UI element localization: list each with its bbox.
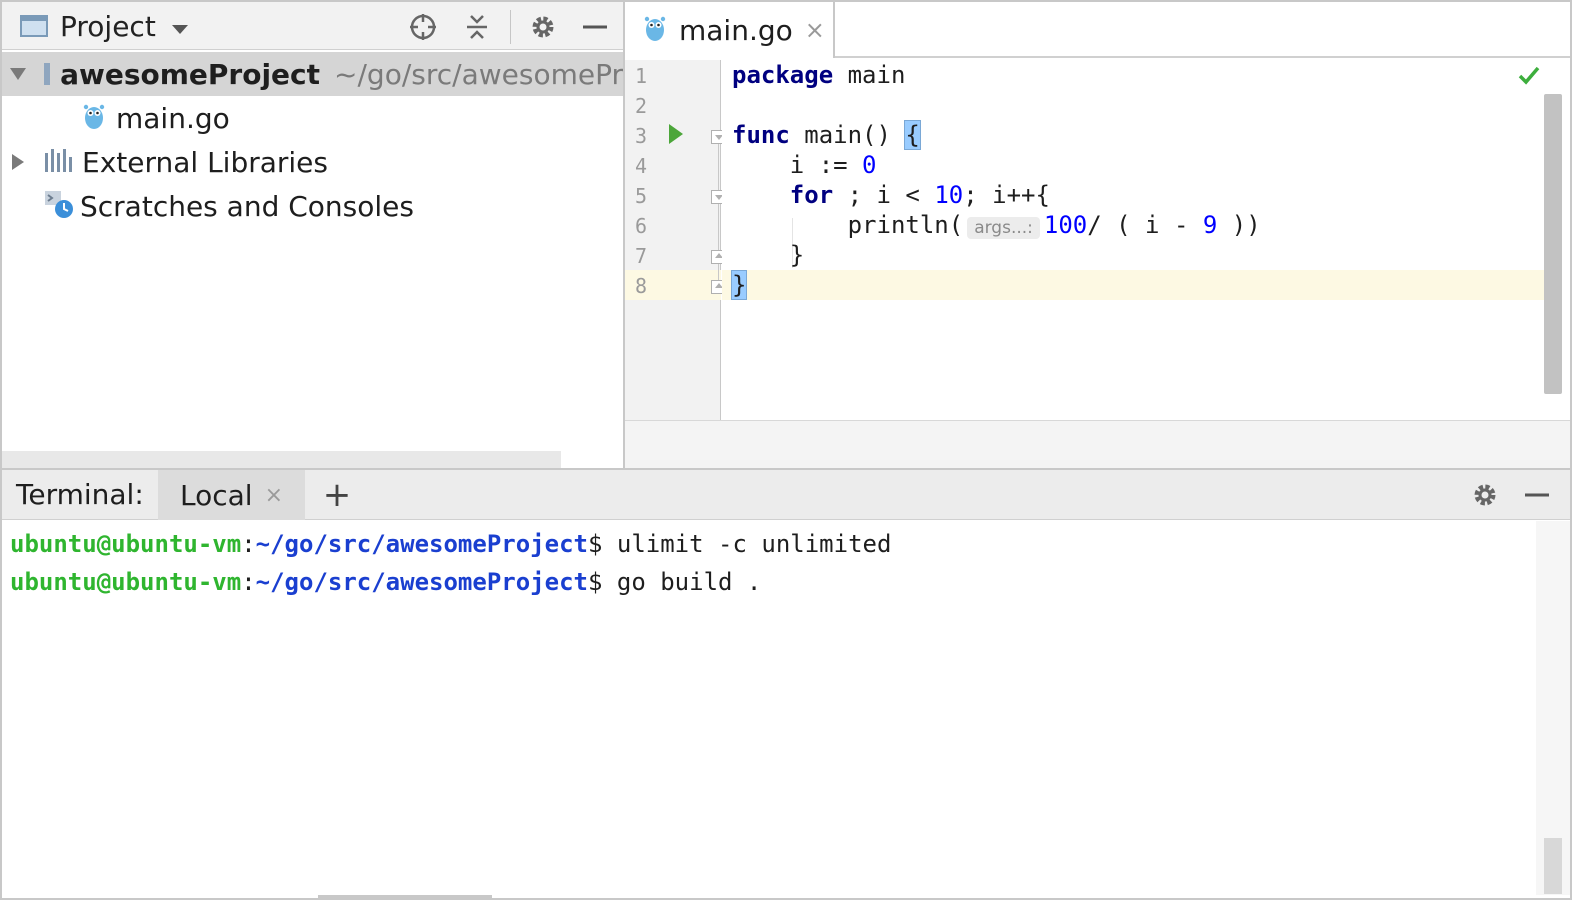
gear-icon[interactable]	[526, 10, 560, 44]
matched-brace: {	[905, 121, 919, 149]
code-keyword: package	[732, 61, 833, 89]
code-text: ; i++{	[963, 181, 1050, 209]
tab-label: main.go	[679, 14, 793, 47]
project-panel: Project	[2, 2, 623, 468]
terminal-line: ubuntu@ubuntu-vm:~/go/src/awesomeProject…	[10, 563, 761, 601]
line-number: 8	[635, 274, 665, 298]
line-number: 1	[635, 64, 665, 88]
code-text: ))	[1217, 211, 1260, 239]
expand-arrow-icon[interactable]	[12, 154, 24, 170]
tree-item-label: main.go	[116, 102, 230, 135]
locate-icon[interactable]	[406, 10, 440, 44]
terminal-separator: :	[241, 530, 255, 558]
code-keyword: for	[790, 181, 833, 209]
minimize-icon[interactable]	[1520, 478, 1554, 512]
editor-gutter: 1 2 3 4 5 6 7 8	[625, 60, 721, 420]
line-number: 7	[635, 244, 665, 268]
code-line-4: i := 0	[732, 150, 877, 180]
tree-item-label: Scratches and Consoles	[80, 190, 414, 223]
line-number: 3	[635, 124, 665, 148]
terminal-scrollbar-thumb[interactable]	[1544, 838, 1562, 894]
horizontal-scrollbar[interactable]	[2, 451, 561, 469]
code-number: 0	[862, 151, 876, 179]
tree-item-external-libraries[interactable]: External Libraries	[2, 140, 623, 184]
terminal-header: Terminal: Local × +	[2, 470, 1570, 520]
terminal-path: ~/go/src/awesomeProject	[256, 568, 588, 596]
code-text: main()	[790, 121, 906, 149]
code-text: i :=	[732, 151, 862, 179]
terminal-user-host: ubuntu@ubuntu-vm	[10, 568, 241, 596]
line-number: 5	[635, 184, 665, 208]
tree-item-scratches[interactable]: Scratches and Consoles	[2, 184, 623, 228]
code-editor[interactable]: package main func main() { i := 0 for ; …	[722, 60, 1544, 420]
current-line-highlight	[722, 270, 1544, 300]
tree-item-awesomeproject[interactable]: awesomeProject ~/go/src/awesomePr	[2, 52, 623, 96]
editor-bottom-area	[625, 420, 1570, 468]
code-line-8: }	[732, 270, 746, 300]
terminal-prompt: $	[588, 568, 602, 596]
code-number: 9	[1203, 211, 1217, 239]
terminal-separator: :	[241, 568, 255, 596]
tree-item-label: External Libraries	[82, 146, 328, 179]
project-panel-header: Project	[2, 2, 623, 50]
terminal-path: ~/go/src/awesomeProject	[256, 530, 588, 558]
parameter-hint: args...:	[967, 217, 1040, 239]
code-number: 100	[1044, 211, 1087, 239]
project-panel-title: Project	[60, 10, 156, 43]
tab-main-go[interactable]: main.go ×	[625, 2, 835, 58]
new-terminal-button[interactable]: +	[320, 475, 354, 515]
gear-icon[interactable]	[1468, 478, 1502, 512]
run-gutter-icon[interactable]	[669, 124, 683, 144]
tree-item-label: awesomeProject	[60, 58, 320, 91]
line-number: 4	[635, 154, 665, 178]
code-line-6: println(args...:100/ ( i - 9 ))	[732, 210, 1261, 240]
terminal-line: ubuntu@ubuntu-vm:~/go/src/awesomeProject…	[10, 525, 891, 563]
checkmark-icon[interactable]	[1518, 64, 1540, 86]
terminal-output[interactable]: ubuntu@ubuntu-vm:~/go/src/awesomeProject…	[2, 521, 1536, 895]
terminal-command: ulimit -c unlimited	[602, 530, 891, 558]
matched-brace: }	[732, 271, 746, 299]
line-number: 6	[635, 214, 665, 238]
editor-panel: main.go × 1 2 3 4 5 6 7 8 package main f…	[625, 2, 1570, 468]
code-text: / ( i -	[1087, 211, 1203, 239]
scratches-icon	[44, 189, 74, 223]
close-icon[interactable]: ×	[265, 483, 283, 508]
code-number: 10	[934, 181, 963, 209]
terminal-command: go build .	[602, 568, 761, 596]
project-view-selector[interactable]: Project	[20, 8, 188, 44]
close-icon[interactable]: ×	[805, 16, 825, 44]
code-text	[732, 181, 790, 209]
code-line-7: }	[732, 240, 804, 270]
code-text: }	[732, 241, 804, 269]
libraries-icon	[44, 147, 74, 177]
toolbar-separator	[510, 10, 511, 44]
code-line-5: for ; i < 10; i++{	[732, 180, 1050, 210]
folder-icon	[44, 63, 50, 85]
code-text: main	[833, 61, 905, 89]
tree-item-path: ~/go/src/awesomePr	[334, 58, 623, 91]
terminal-tab-local[interactable]: Local ×	[158, 470, 305, 520]
go-gopher-file-icon	[82, 102, 106, 134]
terminal-tab-label: Local	[180, 479, 253, 512]
collapse-all-icon[interactable]	[460, 10, 494, 44]
code-text: ; i <	[833, 181, 934, 209]
code-keyword: func	[732, 121, 790, 149]
line-number: 2	[635, 94, 665, 118]
project-folder-icon	[20, 15, 48, 37]
code-text: println(	[732, 211, 963, 239]
editor-vertical-scrollbar[interactable]	[1544, 94, 1562, 394]
chevron-down-icon	[172, 25, 188, 34]
tree-item-main-go[interactable]: main.go	[2, 96, 623, 140]
editor-tab-bar: main.go ×	[625, 2, 1570, 58]
code-line-1: package main	[732, 60, 905, 90]
minimize-icon[interactable]	[578, 10, 612, 44]
terminal-horizontal-scrollbar[interactable]	[318, 895, 492, 900]
expand-arrow-icon[interactable]	[10, 68, 26, 80]
terminal-title: Terminal:	[16, 478, 144, 511]
terminal-user-host: ubuntu@ubuntu-vm	[10, 530, 241, 558]
code-line-3: func main() {	[732, 120, 920, 150]
terminal-prompt: $	[588, 530, 602, 558]
go-gopher-file-icon	[643, 14, 667, 46]
